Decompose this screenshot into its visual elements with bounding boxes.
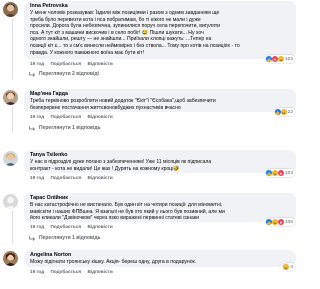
comment-author[interactable]: Angelina Norton <box>30 252 290 259</box>
comment-time[interactable]: 19 год <box>30 269 44 274</box>
reaction-count: 100 <box>284 219 293 225</box>
comment-author[interactable]: Тарас Олійник <box>30 195 290 202</box>
like-button[interactable]: Подобається <box>51 269 82 274</box>
comment-line: його кликали "Дзвіночком" через язко вир… <box>30 215 199 222</box>
view-replies-label[interactable]: Переглянути 2 відповіді <box>39 71 99 77</box>
comment-5: Angelina Norton Можу підігнати троянську… <box>2 250 298 286</box>
view-replies-link[interactable]: Переглянути 2 відповіді <box>29 71 99 77</box>
reaction-count: 3 <box>290 264 293 270</box>
reaction-count: 103 <box>284 170 293 176</box>
love-reaction-icon: ♥ <box>277 219 284 225</box>
like-button[interactable]: Подобається <box>51 224 82 229</box>
comment-text: У мене чоловік розказував: Їздили між по… <box>30 10 290 56</box>
comment-time[interactable]: 19 год <box>30 175 44 180</box>
comment-bubble: Мар'яна Гарда Треба терміново розробляти… <box>24 89 296 112</box>
comment-time[interactable]: 19 год <box>30 224 44 229</box>
comment-line: безперервне постачання життєвоновбуджих … <box>30 104 181 111</box>
comment-line: позиції кіт є... то з см'є винесли неймо… <box>30 42 240 49</box>
comment-line: Треба терміново розробляти новий додаток… <box>30 98 216 104</box>
comment-text: В нас катастрофічно не вистачало. Був од… <box>30 202 290 222</box>
avatar[interactable] <box>3 90 18 105</box>
comment-3: Tanya Tsilenko У нас в підрозділі дуже п… <box>2 150 298 192</box>
haha-reaction-icon: 😆 <box>280 109 287 115</box>
comment-meta: 19 год Подобається Відповісти <box>30 61 118 66</box>
like-button[interactable]: Подобається <box>51 114 82 119</box>
reply-button[interactable]: Відповісти <box>87 269 112 274</box>
view-replies-label[interactable]: Переглянути 1 відповідь <box>39 125 101 131</box>
comment-text: У нас в підрозділі дуже погано з забезпе… <box>30 159 290 172</box>
thread-line <box>12 19 13 79</box>
reaction-summary[interactable]: 👍 😆 ♥ 100 <box>265 218 295 226</box>
comment-bubble: Tanya Tsilenko У нас в підрозділі дуже п… <box>24 150 296 173</box>
comment-4: Тарас Олійник В нас катастрофічно не вис… <box>2 193 298 249</box>
comment-bubble: Тарас Олійник В нас катастрофічно не вис… <box>24 193 296 222</box>
view-replies-link[interactable]: Переглянути 1 відповідь <box>29 125 101 131</box>
comments-feed: Inna Petrovska У мене чоловік розказував… <box>0 0 300 289</box>
comment-line: треба було перевезти кота і пса побратим… <box>30 16 201 23</box>
view-replies-label[interactable]: Переглянути 1 відповідь <box>39 235 101 241</box>
comment-meta: 19 год Подобається Відповісти <box>30 114 118 119</box>
comment-line: В нас катастрофічно не вистачало. Був од… <box>30 202 223 208</box>
reaction-summary[interactable]: 👍 😆 22 <box>274 108 295 116</box>
reply-arrow-icon <box>29 125 35 131</box>
comment-time[interactable]: 19 год <box>30 61 44 66</box>
comment-meta: 19 год Подобається Відповісти <box>30 175 118 180</box>
thread-line <box>12 107 13 133</box>
reaction-count: 103 <box>284 56 293 62</box>
avatar[interactable] <box>3 2 18 17</box>
reply-button[interactable]: Відповісти <box>87 61 112 66</box>
like-reaction-icon: 👍 <box>274 109 281 115</box>
haha-reaction-icon: 😆 <box>277 56 284 62</box>
reply-arrow-icon <box>29 71 35 77</box>
reply-button[interactable]: Відповісти <box>87 224 112 229</box>
reaction-summary[interactable]: 👍 ♥ 😆 103 <box>265 55 295 63</box>
comment-line: У нас в підрозділі дуже погано з забезпе… <box>30 159 212 165</box>
comment-meta: 19 год Подобається Відповісти <box>30 269 118 274</box>
like-button[interactable]: Подобається <box>51 61 82 66</box>
reply-button[interactable]: Відповісти <box>87 114 112 119</box>
haha-reaction-icon: 😆 <box>283 264 290 270</box>
comment-author[interactable]: Tanya Tsilenko <box>30 152 290 159</box>
comment-line: контракт - кота не видали! Це жах ! Дуря… <box>30 165 180 172</box>
comment-line: правда. У кожного паважного воїна має бу… <box>30 49 144 56</box>
comment-time[interactable]: 19 год <box>30 114 44 119</box>
comment-text: Можу підігнати троянську кішку. Акція- б… <box>30 259 290 266</box>
avatar[interactable] <box>3 194 18 209</box>
comment-line: Можу підігнати троянську кішку. Акція- б… <box>30 259 197 265</box>
love-reaction-icon: ♥ <box>277 170 284 176</box>
comment-author[interactable]: Inna Petrovska <box>30 3 290 10</box>
like-button[interactable]: Подобається <box>51 175 82 180</box>
comment-bubble: Inna Petrovska У мене чоловік розказував… <box>24 1 296 59</box>
reaction-count: 22 <box>287 109 293 115</box>
comment-line: просили. Дорога була небезпечна, зупинил… <box>30 23 221 30</box>
reply-arrow-icon <box>29 235 35 241</box>
comment-2: Мар'яна Гарда Треба терміново розробляти… <box>2 89 298 139</box>
comment-line: У мене чоловік розказував: Їздили між по… <box>30 10 220 16</box>
comment-line: одного знайшли, решту — не знайшли... Пр… <box>30 36 212 43</box>
comment-1: Inna Petrovska У мене чоловік розказував… <box>2 1 298 87</box>
thread-line <box>12 211 13 243</box>
comment-text: Треба терміново розробляти новий додаток… <box>30 98 290 111</box>
comment-bubble: Angelina Norton Можу підігнати троянську… <box>24 250 296 267</box>
avatar[interactable] <box>3 151 18 166</box>
comment-author[interactable]: Мар'яна Гарда <box>30 91 290 98</box>
comment-meta: 19 год Подобається Відповісти <box>30 224 118 229</box>
reaction-summary[interactable]: 👍 😆 ♥ 103 <box>265 169 295 177</box>
reply-button[interactable]: Відповісти <box>87 175 112 180</box>
avatar[interactable] <box>3 251 18 266</box>
view-replies-link[interactable]: Переглянути 1 відповідь <box>29 235 101 241</box>
reaction-summary[interactable]: 😆 3 <box>283 263 295 271</box>
